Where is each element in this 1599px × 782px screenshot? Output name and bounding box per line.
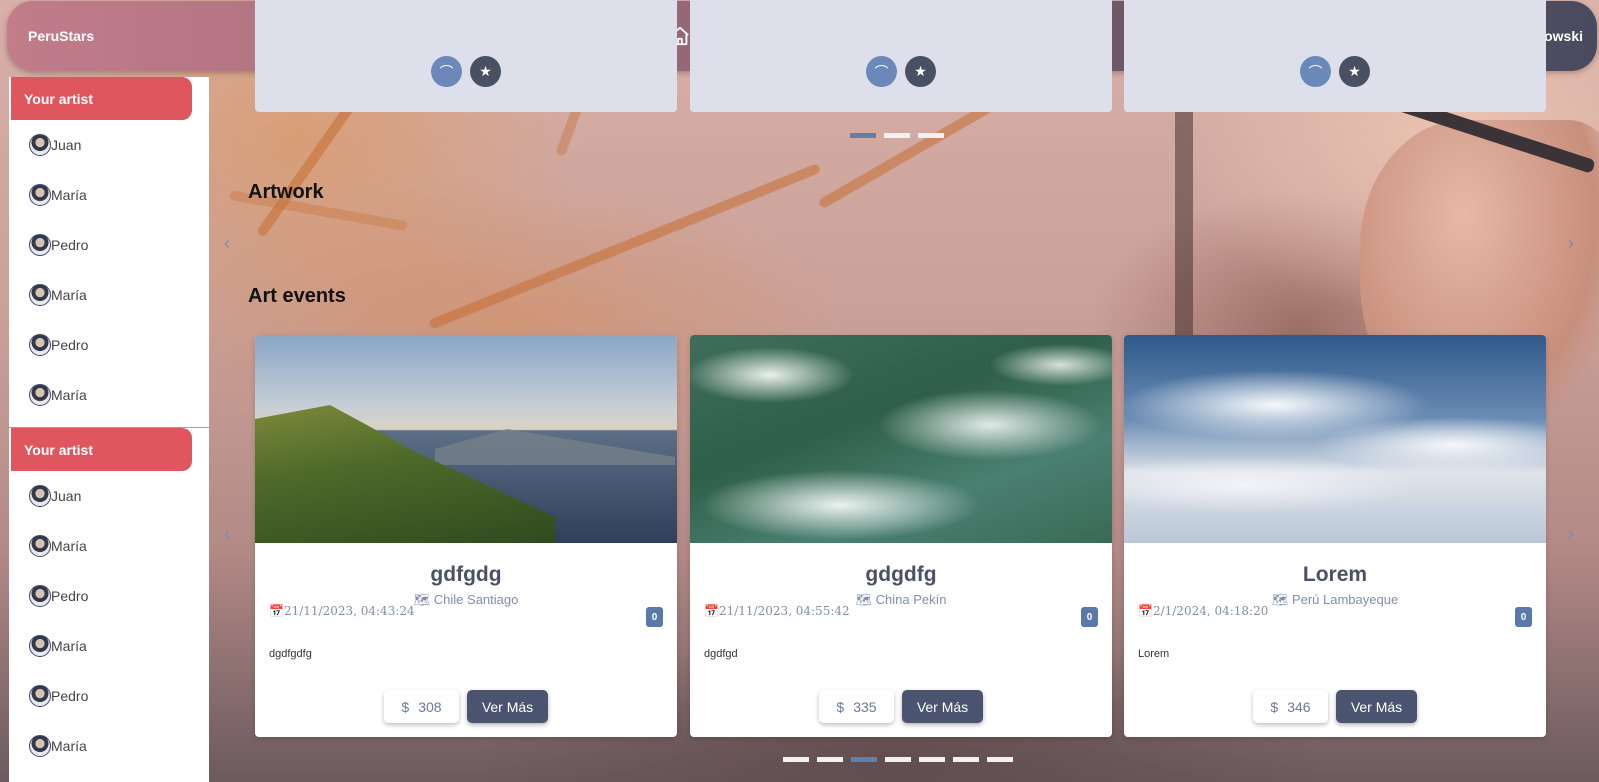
avatar [29, 585, 51, 607]
price-button[interactable]: $346 [1253, 690, 1328, 723]
avatar [29, 735, 51, 757]
sidebar-item-artist[interactable]: Pedro [9, 320, 209, 370]
carousel-dot[interactable] [885, 757, 911, 762]
dollar-icon: $ [1270, 698, 1279, 715]
chevron-right-icon[interactable]: › [1568, 524, 1574, 545]
brand-logo[interactable]: PeruStars [28, 28, 94, 44]
price-button[interactable]: $335 [819, 690, 894, 723]
event-card: Lorem 🗺 Perú Lambayeque 📅2/1/2024, 04:18… [1124, 335, 1546, 737]
user-icon[interactable]: ⌒ [431, 56, 462, 87]
sidebar-item-artist[interactable]: María [9, 721, 209, 771]
sidebar-item-artist[interactable]: María [9, 521, 209, 571]
event-actions: $308 Ver Más [255, 690, 677, 723]
carousel-dot[interactable] [817, 757, 843, 762]
price-button[interactable]: $308 [384, 690, 459, 723]
avatar [29, 234, 51, 256]
carousel-dot[interactable] [919, 757, 945, 762]
avatar [29, 635, 51, 657]
event-title: gdgdfg [865, 563, 937, 586]
avatar [29, 685, 51, 707]
map-icon: 🗺 [1271, 592, 1289, 607]
sidebar-artists: Your artist Juan María Pedro María Pedro… [9, 428, 209, 782]
carousel-dot[interactable] [918, 133, 944, 138]
avatar [29, 384, 51, 406]
event-card: gdfgdg 🗺 Chile Santiago 📅21/11/2023, 04:… [255, 335, 677, 737]
chevron-right-icon[interactable]: › [1568, 233, 1574, 254]
calendar-icon: 📅 [269, 604, 284, 618]
section-title-art-events: Art events [248, 285, 346, 307]
carousel-dot[interactable] [987, 757, 1013, 762]
event-badge: 0 [646, 607, 663, 627]
sidebar-header[interactable]: Your artist [11, 77, 192, 120]
top-card: ⌒ ★ [255, 0, 677, 112]
sidebar-header[interactable]: Your artist [11, 428, 192, 471]
event-actions: $335 Ver Más [690, 690, 1112, 723]
sidebar-item-artist[interactable]: María [9, 621, 209, 671]
sidebar-item-artist[interactable]: Pedro [9, 220, 209, 270]
carousel-indicators [783, 757, 1013, 762]
section-title-artwork: Artwork [248, 181, 324, 203]
event-card: gdgdfg 🗺 China Pekín 📅21/11/2023, 04:55:… [690, 335, 1112, 737]
event-image[interactable] [690, 335, 1112, 543]
sidebar-item-artist[interactable]: María [9, 270, 209, 320]
event-title: gdfgdg [430, 563, 502, 586]
see-more-button[interactable]: Ver Más [467, 690, 548, 723]
event-date: 📅21/11/2023, 04:55:42 [704, 604, 850, 618]
event-description: dgdfgdfg [269, 648, 312, 660]
sidebar-item-artist[interactable]: Pedro [9, 671, 209, 721]
avatar [29, 535, 51, 557]
event-date: 📅2/1/2024, 04:18:20 [1138, 604, 1269, 618]
star-icon[interactable]: ★ [905, 56, 936, 87]
carousel-dot[interactable] [850, 133, 876, 138]
event-description: dgdfgd [704, 648, 738, 660]
event-description: Lorem [1138, 648, 1170, 660]
avatar [29, 485, 51, 507]
user-icon[interactable]: ⌒ [1300, 56, 1331, 87]
event-image[interactable] [1124, 335, 1546, 543]
user-icon[interactable]: ⌒ [866, 56, 897, 87]
event-image[interactable] [255, 335, 677, 543]
dollar-icon: $ [401, 698, 410, 715]
carousel-dot[interactable] [783, 757, 809, 762]
carousel-dot[interactable] [884, 133, 910, 138]
dollar-icon: $ [836, 698, 845, 715]
top-card: ⌒ ★ [1124, 0, 1546, 112]
avatar [29, 334, 51, 356]
avatar [29, 134, 51, 156]
event-date: 📅21/11/2023, 04:43:24 [269, 604, 415, 618]
sidebar-item-artist[interactable]: Pedro [9, 571, 209, 621]
event-actions: $346 Ver Más [1124, 690, 1546, 723]
carousel-dot[interactable] [953, 757, 979, 762]
map-icon: 🗺 [855, 592, 873, 607]
see-more-button[interactable]: Ver Más [1336, 690, 1417, 723]
star-icon[interactable]: ★ [1339, 56, 1370, 87]
avatar [29, 284, 51, 306]
sidebar-item-artist[interactable]: Juan [9, 120, 209, 170]
see-more-button[interactable]: Ver Más [902, 690, 983, 723]
chevron-left-icon[interactable]: ‹ [224, 233, 230, 254]
carousel-indicators [850, 133, 944, 138]
event-badge: 0 [1515, 607, 1532, 627]
top-card: ⌒ ★ [690, 0, 1112, 112]
carousel-dot[interactable] [851, 757, 877, 762]
event-title: Lorem [1302, 563, 1368, 586]
calendar-icon: 📅 [1138, 604, 1153, 618]
sidebar-item-artist[interactable]: Juan [9, 471, 209, 521]
star-icon[interactable]: ★ [470, 56, 501, 87]
sidebar-artists: Your artist Juan María Pedro María Pedro… [9, 77, 209, 427]
sidebar-item-artist[interactable]: María [9, 170, 209, 220]
sidebar-item-artist[interactable]: María [9, 370, 209, 420]
chevron-left-icon[interactable]: ‹ [224, 524, 230, 545]
avatar [29, 184, 51, 206]
map-icon: 🗺 [413, 592, 431, 607]
calendar-icon: 📅 [704, 604, 719, 618]
event-badge: 0 [1081, 607, 1098, 627]
